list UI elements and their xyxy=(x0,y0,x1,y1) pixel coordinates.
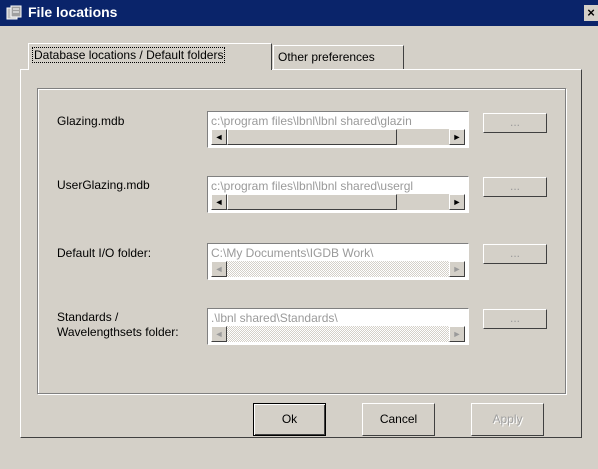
userglazing-mdb-path-field[interactable]: c:\program files\lbnl\lbnl shared\usergl… xyxy=(207,176,469,213)
standards-folder-browse-button[interactable]: ... xyxy=(483,309,547,329)
default-io-folder-path: C:\My Documents\IGDB Work\ xyxy=(211,246,374,260)
userglazing-mdb-path: c:\program files\lbnl\lbnl shared\usergl xyxy=(211,179,414,193)
userglazing-mdb-browse-button[interactable]: ... xyxy=(483,177,547,197)
apply-button[interactable]: Apply xyxy=(471,403,544,436)
window-title: File locations xyxy=(28,4,118,20)
scroll-left-icon[interactable]: ◄ xyxy=(211,129,227,145)
default-io-folder-field[interactable]: C:\My Documents\IGDB Work\ ◄ ► xyxy=(207,243,469,280)
tab-other-preferences[interactable]: Other preferences xyxy=(273,45,404,69)
horizontal-scrollbar[interactable]: ◄ ► xyxy=(211,261,465,277)
tab-label: Other preferences xyxy=(278,50,375,64)
standards-folder-label-line2: Wavelengthsets folder: xyxy=(57,325,179,339)
horizontal-scrollbar[interactable]: ◄ ► xyxy=(211,194,465,210)
scroll-right-icon[interactable]: ► xyxy=(449,326,465,342)
tab-label: Database locations / Default folders xyxy=(31,47,226,63)
glazing-mdb-path-field[interactable]: c:\program files\lbnl\lbnl shared\glazin… xyxy=(207,111,469,148)
horizontal-scrollbar[interactable]: ◄ ► xyxy=(211,129,465,145)
standards-folder-path: .\lbnl shared\Standards\ xyxy=(211,311,338,325)
tab-database-locations[interactable]: Database locations / Default folders xyxy=(28,43,272,70)
userglazing-mdb-label: UserGlazing.mdb xyxy=(57,178,150,192)
title-bar: File locations × xyxy=(0,0,598,26)
standards-folder-label-line1: Standards / xyxy=(57,310,119,324)
cancel-button[interactable]: Cancel xyxy=(362,403,435,436)
glazing-mdb-path: c:\program files\lbnl\lbnl shared\glazin xyxy=(211,114,412,128)
close-icon[interactable]: × xyxy=(584,5,598,21)
horizontal-scrollbar[interactable]: ◄ ► xyxy=(211,326,465,342)
default-io-folder-label: Default I/O folder: xyxy=(57,246,152,260)
scroll-track xyxy=(227,326,449,342)
scroll-thumb[interactable] xyxy=(227,194,397,210)
standards-folder-field[interactable]: .\lbnl shared\Standards\ ◄ ► xyxy=(207,308,469,345)
scroll-track xyxy=(227,261,449,277)
scroll-right-icon[interactable]: ► xyxy=(449,261,465,277)
app-icon xyxy=(6,5,22,20)
scroll-right-icon[interactable]: ► xyxy=(449,194,465,210)
scroll-thumb[interactable] xyxy=(227,129,397,145)
ok-button[interactable]: Ok xyxy=(253,403,326,436)
glazing-mdb-browse-button[interactable]: ... xyxy=(483,113,547,133)
scroll-right-icon[interactable]: ► xyxy=(449,129,465,145)
glazing-mdb-label: Glazing.mdb xyxy=(57,114,125,128)
scroll-left-icon[interactable]: ◄ xyxy=(211,261,227,277)
scroll-left-icon[interactable]: ◄ xyxy=(211,326,227,342)
scroll-left-icon[interactable]: ◄ xyxy=(211,194,227,210)
default-io-folder-browse-button[interactable]: ... xyxy=(483,244,547,264)
